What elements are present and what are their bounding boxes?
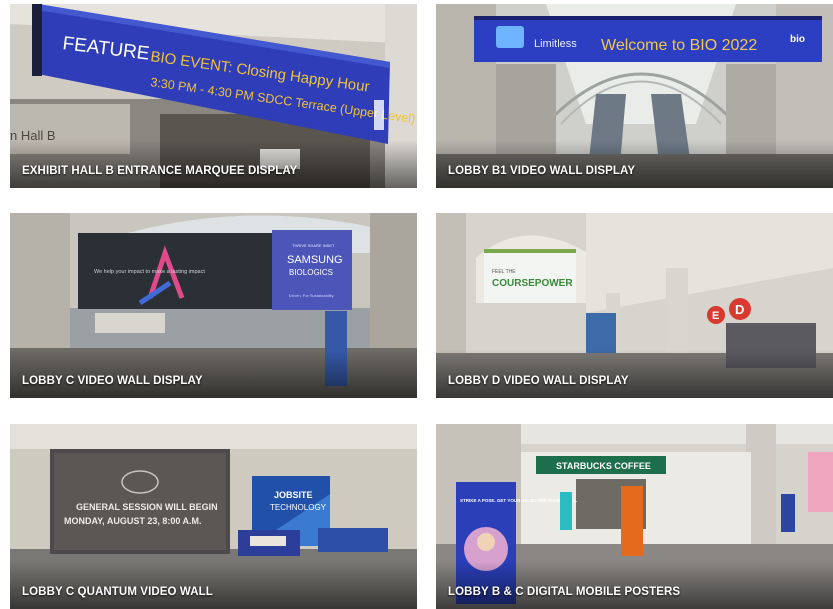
- starbucks-sign-text: STARBUCKS COFFEE: [556, 461, 651, 471]
- tile-lobby-d-video-wall[interactable]: FEEL THE COURSEPOWER E D LOBBY D VIDEO W…: [436, 213, 833, 398]
- tile-caption[interactable]: LOBBY B1 VIDEO WALL DISPLAY: [448, 165, 635, 177]
- samsung-text: SAMSUNG: [287, 254, 343, 266]
- tile-exhibit-hall-b-marquee[interactable]: FEATURE BIO EVENT: Closing Happy Hour 3:…: [10, 4, 417, 188]
- tile-lobby-bc-mobile-posters[interactable]: STARBUCKS COFFEE STRIKE A POSE. GET YOUR…: [436, 424, 833, 609]
- sign-e-text: E: [712, 310, 719, 322]
- tile-lobby-c-quantum-wall[interactable]: GENERAL SESSION WILL BEGIN MONDAY, AUGUS…: [10, 424, 417, 609]
- tile-caption[interactable]: LOBBY D VIDEO WALL DISPLAY: [448, 375, 629, 387]
- banner-line1-text: JOBSITE: [274, 490, 313, 500]
- tile-lobby-c-video-wall[interactable]: We help your impact to make a lasting im…: [10, 213, 417, 398]
- quantum-line1-text: GENERAL SESSION WILL BEGIN: [76, 502, 218, 512]
- lobby-c-sub-text: Driven. For Sustainability.: [289, 293, 334, 298]
- lobby-c-tagline: We help your impact to make a lasting im…: [94, 269, 205, 275]
- b1-welcome-text: Welcome to BIO 2022: [601, 37, 757, 54]
- lobby-c-small-text: THRIVE SHARE INSET: [292, 243, 335, 248]
- biologics-text: BIOLOGICS: [289, 268, 333, 277]
- tile-lobby-b1-video-wall[interactable]: Limitless Welcome to BIO 2022 bio LOBBY …: [436, 4, 833, 188]
- caption-shade: [10, 140, 417, 188]
- tile-caption[interactable]: LOBBY C QUANTUM VIDEO WALL: [22, 586, 213, 598]
- tile-caption[interactable]: LOBBY B & C DIGITAL MOBILE POSTERS: [448, 586, 680, 598]
- caption-shade: [10, 561, 417, 609]
- tile-caption[interactable]: EXHIBIT HALL B ENTRANCE MARQUEE DISPLAY: [22, 165, 297, 177]
- b1-brand-text: Limitless: [534, 38, 577, 50]
- caption-shade: [436, 561, 833, 609]
- caption-shade: [436, 350, 833, 398]
- quantum-line2-text: MONDAY, AUGUST 23, 8:00 A.M.: [64, 516, 202, 526]
- caption-shade: [10, 350, 417, 398]
- caption-shade: [436, 140, 833, 188]
- bio-logo: bio: [790, 34, 805, 45]
- lobby-d-line1-text: FEEL THE: [492, 269, 516, 275]
- sign-d-text: D: [735, 302, 744, 317]
- lobby-d-line2-text: COURSEPOWER: [492, 278, 573, 289]
- banner-line2-text: TECHNOLOGY: [270, 503, 327, 512]
- tile-caption[interactable]: LOBBY C VIDEO WALL DISPLAY: [22, 375, 203, 387]
- poster-text: STRIKE A POSE. GET YOUR AD. SCORE SOME S…: [460, 498, 577, 503]
